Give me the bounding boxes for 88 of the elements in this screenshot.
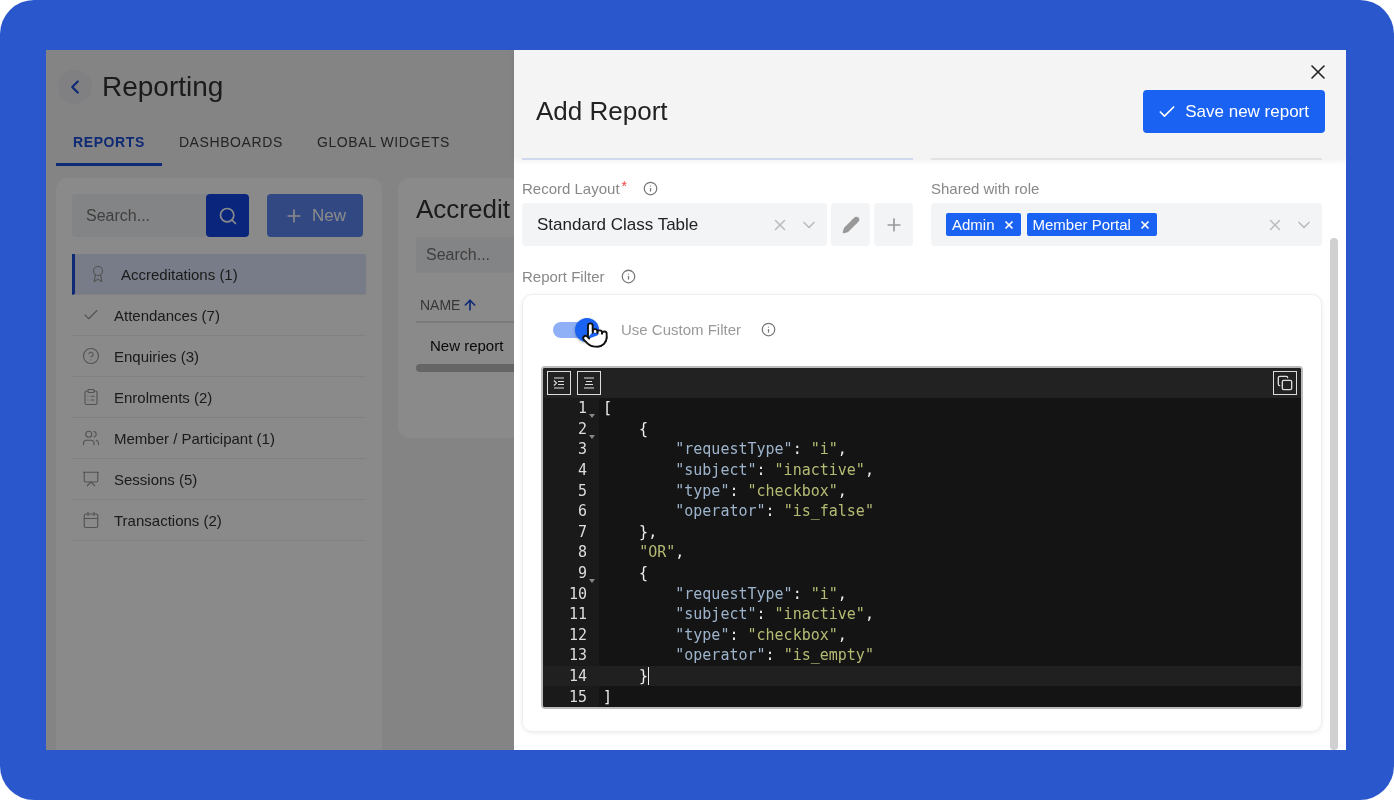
sidebar-item-label: Member / Participant (1) <box>114 429 275 447</box>
page-title: Reporting <box>102 71 224 103</box>
new-button[interactable]: New <box>267 194 363 237</box>
pencil-icon <box>841 215 860 234</box>
code-line: } <box>638 666 650 686</box>
search-button[interactable] <box>206 194 249 237</box>
line-number: 9 <box>577 564 587 583</box>
code-line: }, <box>638 522 658 541</box>
sidebar-item[interactable]: Attendances (7) <box>72 295 366 336</box>
sidebar-item[interactable]: Enquiries (3) <box>72 336 366 377</box>
info-icon <box>761 322 777 337</box>
sidebar-item-label: Attendances (7) <box>114 306 220 324</box>
search-field[interactable]: Search... <box>72 194 206 237</box>
search-icon <box>217 205 238 226</box>
sidebar-item-label: Sessions (5) <box>114 470 198 488</box>
line-number: 3 <box>577 440 587 459</box>
sidebar-item[interactable]: Transactions (2) <box>72 500 366 541</box>
calendar-icon <box>82 511 100 529</box>
line-number: 10 <box>568 584 587 603</box>
line-number: 14 <box>568 667 587 685</box>
indent-icon[interactable] <box>547 371 571 395</box>
code-line: "OR", <box>638 543 685 562</box>
line-number: 2 <box>577 419 587 438</box>
sidebar-item-label: Enrolments (2) <box>114 388 213 406</box>
info-icon <box>620 268 636 284</box>
multi-select-field[interactable]: Admin Member Portal <box>931 203 1322 246</box>
fold-arrow-icon[interactable] <box>589 578 595 585</box>
search-field[interactable]: Search... <box>416 237 514 273</box>
line-number: 6 <box>577 502 587 521</box>
report-list-title: Accredit <box>416 194 511 225</box>
line-number: 12 <box>568 625 587 644</box>
sidebar-item[interactable]: Member / Participant (1) <box>72 418 366 459</box>
toggle-label: Use Custom Filter <box>621 321 742 338</box>
field-label: Report Filter <box>522 267 605 285</box>
line-number: 4 <box>577 461 587 480</box>
copy-icon[interactable] <box>1273 371 1297 395</box>
sidebar-item-label: Enquiries (3) <box>114 347 200 365</box>
code-line: "requestType": "i", <box>674 440 847 459</box>
code-line: "subject": "inactive", <box>674 605 874 624</box>
fold-arrow-icon[interactable] <box>589 413 595 420</box>
remove-icon[interactable] <box>1002 218 1015 231</box>
line-number: 1 <box>577 399 587 418</box>
code-line: "operator": "is_false" <box>674 502 874 521</box>
line-number: 13 <box>568 646 587 665</box>
save-button[interactable]: Save new report <box>1143 90 1325 133</box>
table-cell-text: New report <box>429 336 505 356</box>
role-tag-label: Member Portal <box>1032 216 1131 233</box>
code-line: "requestType": "i", <box>674 584 847 603</box>
sidebar-item[interactable]: Accreditations (1) <box>72 254 366 295</box>
line-number: 8 <box>577 543 587 562</box>
code-line: "type": "checkbox", <box>674 625 847 644</box>
line-number: 11 <box>568 605 587 624</box>
code-editor[interactable] <box>541 366 1303 709</box>
clipboard-icon <box>82 388 100 406</box>
back-button[interactable] <box>58 70 92 104</box>
line-number: 15 <box>568 687 587 706</box>
code-line: { <box>638 419 649 438</box>
sidebar-item-label: Transactions (2) <box>114 511 222 529</box>
column-header-label: NAME <box>420 297 461 313</box>
code-line: ] <box>602 687 613 706</box>
sidebar-item[interactable]: Sessions (5) <box>72 459 366 500</box>
people-icon <box>82 429 100 447</box>
drawer-title: Add Report <box>536 96 668 127</box>
hand-cursor-icon <box>581 321 609 349</box>
fold-arrow-icon[interactable] <box>589 433 595 440</box>
edit-button[interactable] <box>831 203 870 246</box>
remove-icon[interactable] <box>1138 218 1151 231</box>
tab[interactable]: REPORTS <box>56 120 162 166</box>
code-line: "operator": "is_empty" <box>674 646 874 665</box>
sidebar-item-label: Accreditations (1) <box>121 265 238 283</box>
code-line: "subject": "inactive", <box>674 461 874 480</box>
info-icon <box>643 180 658 196</box>
field-label: Shared with role <box>931 179 1040 197</box>
role-tag-label: Admin <box>952 216 995 233</box>
tab[interactable]: DASHBOARDS <box>161 120 300 166</box>
presentation-icon <box>82 470 100 488</box>
required-mark: * <box>621 178 627 194</box>
line-number: 5 <box>577 481 587 500</box>
sidebar-item[interactable]: Enrolments (2) <box>72 377 366 418</box>
code-line: { <box>638 564 649 583</box>
field-label: Record Layout <box>522 179 620 197</box>
code-line: "type": "checkbox", <box>674 481 847 500</box>
code-line: [ <box>602 399 613 418</box>
question-icon <box>82 347 100 365</box>
align-icon[interactable] <box>577 371 601 395</box>
scrollbar[interactable] <box>1330 238 1338 750</box>
tab[interactable]: GLOBAL WIDGETS <box>299 120 468 166</box>
line-number: 7 <box>577 522 587 541</box>
